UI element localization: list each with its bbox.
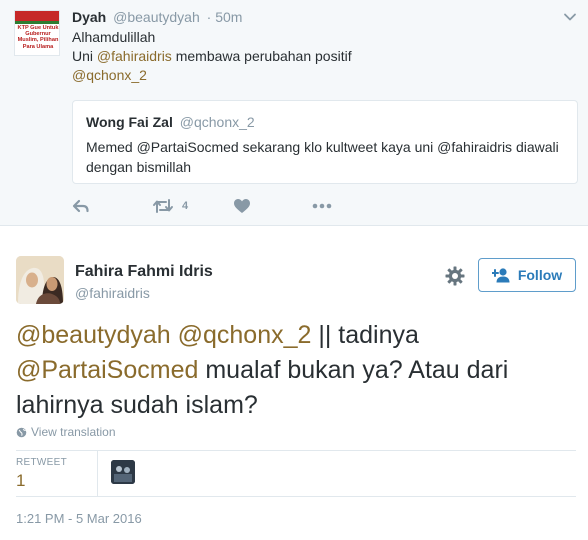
reply-icon [72, 199, 89, 213]
context-author-name[interactable]: Dyah [72, 9, 106, 25]
quoted-author-handle: @qchonx_2 [179, 114, 255, 130]
context-tweet-text: Alhamdulillah Uni @fahiraidris membawa p… [72, 28, 352, 85]
globe-icon [16, 427, 27, 437]
more-icon [312, 203, 332, 209]
follow-button[interactable]: Follow [478, 258, 576, 292]
retweet-stat-count[interactable]: 1 [16, 471, 25, 491]
context-tweet-header: Dyah @beautydyah · 50m [72, 9, 242, 25]
mention-link-beautydyah[interactable]: @beautydyah [16, 321, 171, 349]
tweet-timestamp[interactable]: 1:21 PM - 5 Mar 2016 [16, 511, 142, 526]
stats-divider-bottom [16, 496, 576, 497]
context-tweet: KTP Gue Untuk Gubernur Muslim, Pilihan P… [0, 0, 588, 226]
context-line-2-prefix: Uni [72, 48, 97, 64]
context-author-handle[interactable]: @beautydyah [113, 9, 200, 25]
context-line-2-suffix: membawa perubahan positif [171, 48, 352, 64]
chevron-down-icon[interactable] [563, 10, 577, 24]
stats-separator [97, 450, 98, 496]
retweet-icon [153, 199, 173, 213]
view-translation-label: View translation [31, 425, 116, 439]
mention-link-qchonx[interactable]: @qchonx_2 [178, 321, 312, 349]
main-author-avatar[interactable] [16, 256, 64, 304]
context-line-3: @qchonx_2 [72, 66, 352, 85]
tweet-text-part-1: || tadinya [311, 321, 419, 349]
retweeter-avatar[interactable] [111, 460, 135, 484]
more-button[interactable] [312, 196, 332, 216]
main-author-handle[interactable]: @fahiraidris [75, 285, 150, 301]
like-button[interactable] [233, 196, 251, 216]
context-time-separator: · [206, 9, 212, 25]
context-tweet-avatar[interactable]: KTP Gue Untuk Gubernur Muslim, Pilihan P… [14, 10, 60, 56]
add-user-icon [491, 268, 510, 283]
view-translation-link[interactable]: View translation [16, 425, 116, 439]
mention-link-partaisocmed[interactable]: @PartaiSocmed [16, 356, 198, 384]
main-tweet-text: @beautydyah @qchonx_2 || tadinya @Partai… [16, 318, 576, 423]
main-author-name[interactable]: Fahira Fahmi Idris [75, 263, 213, 281]
mention-link-qchonx[interactable]: @qchonx_2 [72, 67, 147, 83]
context-tweet-actions: 4 [72, 196, 372, 216]
context-tweet-time[interactable]: 50m [215, 9, 242, 25]
avatar-caption: KTP Gue Untuk Gubernur Muslim, Pilihan P… [17, 25, 59, 50]
retweet-count: 4 [182, 200, 189, 212]
quoted-author-name: Wong Fai Zal [86, 114, 173, 130]
context-line-1: Alhamdulillah [72, 29, 156, 45]
reply-button[interactable] [72, 196, 90, 216]
context-line-2: Uni @fahiraidris membawa perubahan posit… [72, 47, 352, 66]
gear-icon[interactable] [445, 266, 465, 286]
mention-link-fahiraidris[interactable]: @fahiraidris [97, 48, 172, 64]
retweet-button[interactable]: 4 [152, 196, 188, 216]
heart-icon [234, 199, 250, 213]
quoted-tweet[interactable]: Wong Fai Zal @qchonx_2 Memed @PartaiSocm… [72, 100, 578, 184]
tweet-stats: RETWEET 1 [16, 450, 576, 496]
quoted-tweet-text: Memed @PartaiSocmed sekarang klo kultwee… [86, 139, 559, 175]
follow-button-label: Follow [517, 267, 563, 283]
quoted-tweet-header: Wong Fai Zal @qchonx_2 [86, 114, 255, 130]
retweet-stat-label: RETWEET [16, 457, 67, 468]
